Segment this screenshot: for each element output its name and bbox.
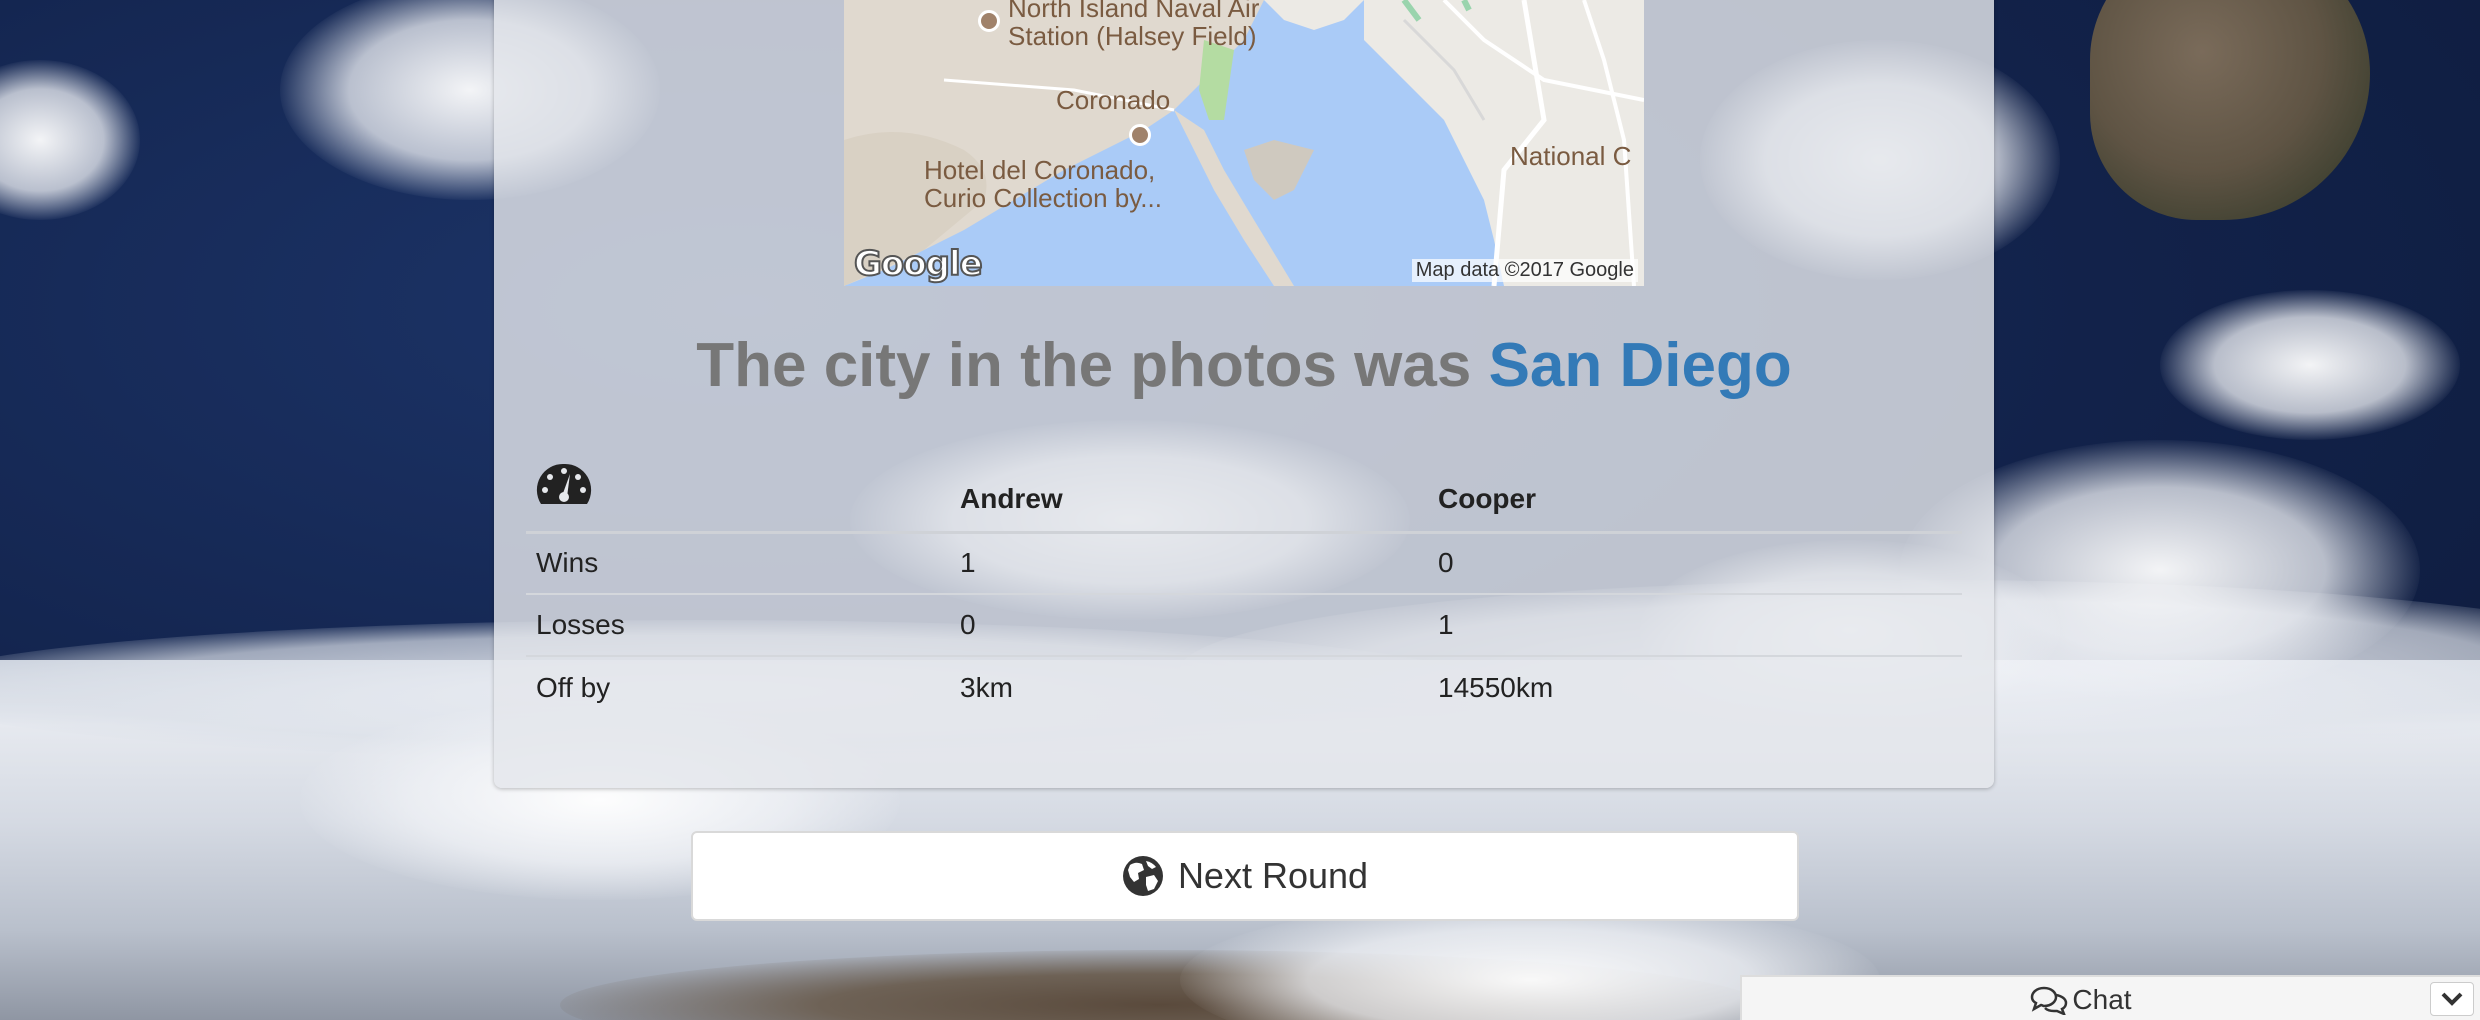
row-value: 1	[960, 547, 976, 579]
table-row: Off by 3km 14550km	[526, 655, 1962, 718]
chevron-down-icon	[2441, 992, 2463, 1006]
next-round-label: Next Round	[1177, 855, 1369, 896]
chat-label: Chat	[2072, 983, 2132, 1015]
chat-title[interactable]: Chat	[1742, 977, 2420, 1020]
row-value: 0	[950, 593, 1428, 656]
next-round-button[interactable]: Next Round	[691, 831, 1799, 921]
result-prefix: The city in the photos was	[696, 331, 1489, 400]
results-panel: North Island Naval Air Station (Halsey F…	[494, 0, 1994, 788]
scoreboard-table: Andrew Cooper Wins 1 0 Losses 0 1 Off by…	[526, 450, 1962, 718]
row-value: 14550km	[1428, 655, 1962, 718]
hotel-pin-icon[interactable]	[1129, 124, 1151, 146]
naval-air-station-pin-icon[interactable]	[978, 10, 1000, 32]
dashboard-icon	[536, 463, 592, 504]
city-name-link[interactable]: San Diego	[1489, 331, 1792, 400]
player-header: Cooper	[1428, 450, 1962, 534]
result-heading: The city in the photos was San Diego	[494, 330, 1994, 401]
row-label: Losses	[526, 593, 950, 656]
chat-bar[interactable]: Chat	[1740, 975, 2480, 1020]
chat-bubbles-icon	[2031, 986, 2068, 1015]
chat-toggle-button[interactable]	[2430, 982, 2474, 1016]
row-value: 0	[1438, 547, 1454, 579]
result-map[interactable]: North Island Naval Air Station (Halsey F…	[844, 0, 1644, 286]
row-label: Wins	[536, 547, 599, 579]
map-attribution[interactable]: Map data ©2017 Google	[1411, 259, 1638, 282]
player-header: Andrew	[950, 450, 1428, 534]
google-logo[interactable]: Google	[853, 243, 984, 285]
table-row: Wins 1 0	[526, 532, 1962, 594]
map-label-hotel: Hotel del Coronado, Curio Collection by.…	[924, 155, 1162, 213]
map-label-coronado: Coronado	[1056, 85, 1171, 115]
map-label-naval-air: North Island Naval Air Station (Halsey F…	[1008, 0, 1260, 51]
globe-icon	[1122, 856, 1163, 896]
row-value: 3km	[950, 655, 1428, 718]
scoreboard-header: Andrew Cooper	[526, 450, 1962, 534]
row-label: Off by	[526, 655, 950, 718]
table-row: Losses 0 1	[526, 593, 1962, 656]
row-value: 1	[1428, 593, 1962, 656]
map-label-national: National C	[1510, 141, 1632, 171]
header-icon-cell	[526, 450, 950, 534]
